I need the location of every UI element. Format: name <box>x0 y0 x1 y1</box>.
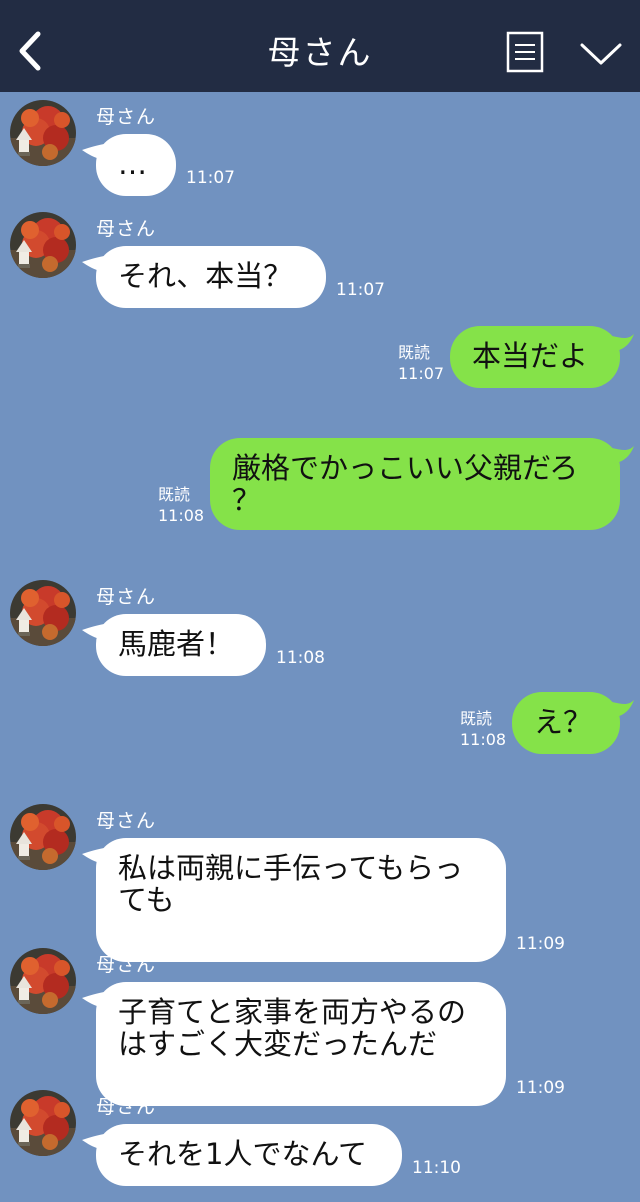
outgoing-message-bubble[interactable]: 厳格でかっこいい父親だろ？ <box>210 438 620 530</box>
chat-title: 母さん <box>267 33 373 72</box>
outgoing-message-bubble[interactable]: 本当だよ <box>450 326 620 388</box>
message-timestamp: 11:07 <box>336 280 385 300</box>
message-text-line: 馬鹿者！ <box>118 627 235 661</box>
bubble-tail <box>82 624 104 640</box>
bubble-tail <box>612 446 634 464</box>
message-text-line: … <box>118 147 147 181</box>
menu-icon[interactable] <box>506 31 544 73</box>
message-text-line: ？ <box>232 483 262 517</box>
message-text-line: それを1人でなんて <box>118 1137 368 1171</box>
read-receipt: 既読 11:07 <box>398 342 444 384</box>
read-label: 既読 <box>158 485 191 504</box>
bubble-tail <box>82 144 104 160</box>
message-timestamp: 11:08 <box>276 648 325 668</box>
read-receipt: 既読 11:08 <box>460 708 506 750</box>
avatar[interactable] <box>10 100 76 166</box>
message-timestamp: 11:08 <box>460 730 507 749</box>
avatar[interactable] <box>10 212 76 278</box>
incoming-message-bubble[interactable]: それ、本当？ <box>96 246 326 308</box>
bubble-tail <box>612 334 634 352</box>
sender-name: 母さん <box>96 954 157 976</box>
bubble-tail <box>612 700 634 718</box>
incoming-message-bubble[interactable]: 馬鹿者！ <box>96 614 266 676</box>
chat-header: 母さん <box>0 0 640 92</box>
incoming-message-bubble[interactable]: 子育てと家事を両方やるの はすごく大変だったんだ <box>96 982 506 1106</box>
message-timestamp: 11:08 <box>158 506 205 525</box>
sender-name: 母さん <box>96 1096 157 1118</box>
read-label: 既読 <box>398 343 431 362</box>
avatar[interactable] <box>10 804 76 870</box>
bubble-tail <box>82 256 104 272</box>
read-receipt: 既読 11:08 <box>158 484 204 526</box>
message-text-line: ても <box>118 883 175 917</box>
avatar[interactable] <box>10 948 76 1014</box>
incoming-message-bubble[interactable]: それを1人でなんて <box>96 1124 402 1186</box>
message-timestamp: 11:10 <box>412 1158 461 1178</box>
read-label: 既読 <box>460 709 493 728</box>
incoming-message-bubble[interactable]: 私は両親に手伝ってもらっ ても <box>96 838 506 962</box>
chevron-down-icon[interactable] <box>578 38 624 68</box>
message-timestamp: 11:09 <box>516 1078 565 1098</box>
message-text-line: 私は両親に手伝ってもらっ <box>118 851 464 885</box>
message-text-line: 厳格でかっこいい父親だろ <box>232 451 579 485</box>
message-text-line: はすごく大変だったんだ <box>118 1027 438 1061</box>
sender-name: 母さん <box>96 586 157 608</box>
avatar[interactable] <box>10 1090 76 1156</box>
message-text-line: 子育てと家事を両方やるの <box>118 995 467 1029</box>
message-timestamp: 11:07 <box>186 168 235 188</box>
sender-name: 母さん <box>96 218 157 240</box>
message-text-line: 本当だよ <box>472 339 589 373</box>
bubble-tail <box>82 848 104 864</box>
bubble-tail <box>82 1134 104 1150</box>
avatar[interactable] <box>10 580 76 646</box>
message-timestamp: 11:07 <box>398 364 445 383</box>
message-text-line: え？ <box>534 705 593 739</box>
message-timestamp: 11:09 <box>516 934 565 954</box>
sender-name: 母さん <box>96 106 157 128</box>
outgoing-message-bubble[interactable]: え？ <box>512 692 620 754</box>
bubble-tail <box>82 992 104 1008</box>
sender-name: 母さん <box>96 810 157 832</box>
message-text-line: それ、本当？ <box>118 259 293 293</box>
incoming-message-bubble[interactable]: … <box>96 134 176 196</box>
